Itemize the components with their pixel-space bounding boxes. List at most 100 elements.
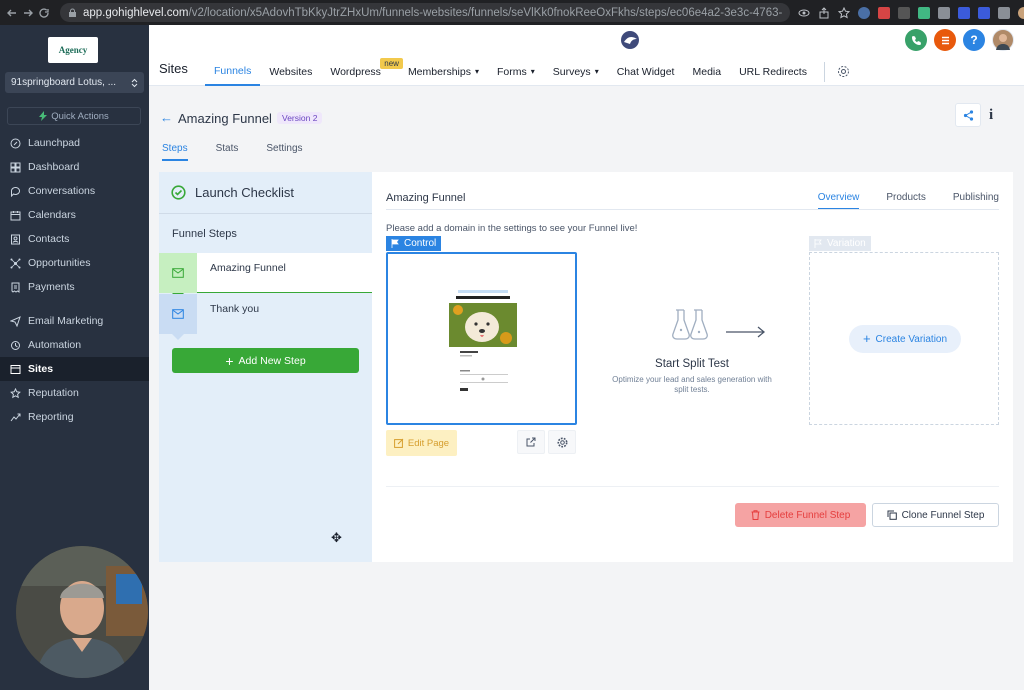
info-icon[interactable]: i <box>989 107 993 124</box>
sidebar-item-label: Automation <box>28 339 82 351</box>
page-preview-card[interactable] <box>386 252 577 425</box>
launch-checklist[interactable]: Launch Checklist <box>159 172 372 214</box>
extension-icon[interactable] <box>918 6 930 19</box>
sidebar-item-opportunities[interactable]: Opportunities <box>0 251 149 275</box>
share-button[interactable] <box>955 103 981 127</box>
tab-wordpress[interactable]: Wordpress new <box>321 57 403 86</box>
tab-label: Wordpress <box>330 65 381 78</box>
edit-page-button[interactable]: Edit Page <box>386 430 457 456</box>
list-icon <box>941 36 949 44</box>
tab-websites[interactable]: Websites <box>260 57 321 86</box>
sidebar-item-calendars[interactable]: Calendars <box>0 203 149 227</box>
puzzle-icon[interactable] <box>998 6 1010 19</box>
funnel-tabs: Steps Stats Settings <box>162 143 331 161</box>
tab-url-redirects[interactable]: URL Redirects <box>730 57 816 86</box>
tab-memberships[interactable]: Memberships ▾ <box>399 57 488 86</box>
step-settings-button[interactable] <box>548 430 576 454</box>
sidebar-item-reputation[interactable]: Reputation <box>0 381 149 405</box>
step-detail-panel: Amazing Funnel Overview Products Publish… <box>372 172 1013 562</box>
sidebar-item-conversations[interactable]: Conversations <box>0 179 149 203</box>
back-arrow-icon[interactable] <box>6 4 18 22</box>
location-switcher[interactable]: 91springboard Lotus, ... <box>5 72 144 93</box>
sidebar-item-dashboard[interactable]: Dashboard <box>0 155 149 179</box>
address-bar[interactable]: app.gohighlevel.com /v2/location/x5Adovh… <box>60 3 790 22</box>
tab-publishing[interactable]: Publishing <box>953 192 999 210</box>
back-arrow-button[interactable]: ← <box>160 110 173 125</box>
extension-icon[interactable] <box>938 6 950 19</box>
open-external-button[interactable] <box>517 430 545 454</box>
tab-settings[interactable]: Settings <box>266 143 302 161</box>
extension-icon[interactable] <box>958 6 970 19</box>
create-variation-button[interactable]: + Create Variation <box>849 325 961 353</box>
profile-avatar-icon[interactable] <box>1018 6 1024 19</box>
sidebar-item-label: Payments <box>28 281 75 293</box>
funnel-title: Amazing Funnel <box>178 111 272 126</box>
sidebar-item-label: Conversations <box>28 185 96 197</box>
user-avatar[interactable] <box>992 29 1014 51</box>
tab-funnels[interactable]: Funnels <box>205 57 261 86</box>
agency-logo[interactable]: Agency <box>48 37 98 63</box>
sidebar-item-label: Reporting <box>28 411 74 423</box>
sidebar-item-launchpad[interactable]: Launchpad <box>0 131 149 155</box>
add-new-step-button[interactable]: + Add New Step <box>172 348 359 373</box>
help-button[interactable]: ? <box>963 29 985 51</box>
logo-text: Agency <box>58 45 88 55</box>
lock-icon <box>68 8 77 18</box>
funnel-step-item[interactable]: Amazing Funnel <box>159 253 372 299</box>
forward-arrow-icon[interactable] <box>22 4 34 22</box>
variation-tag: Variation <box>809 236 871 251</box>
edit-page-label: Edit Page <box>407 437 450 449</box>
sidebar-item-sites[interactable]: Sites <box>0 357 149 381</box>
location-name: 91springboard Lotus, ... <box>11 77 117 88</box>
sidebar-item-label: Reputation <box>28 387 79 399</box>
delete-label: Delete Funnel Step <box>764 509 851 521</box>
settings-gear-icon[interactable] <box>833 65 854 78</box>
tab-label: Chat Widget <box>616 65 675 78</box>
extension-icon[interactable] <box>858 6 870 19</box>
tab-steps[interactable]: Steps <box>162 143 188 161</box>
nav-divider <box>823 61 825 82</box>
notifications-button[interactable] <box>934 29 956 51</box>
extension-icon[interactable] <box>898 6 910 19</box>
gear-icon <box>557 437 567 447</box>
tab-overview[interactable]: Overview <box>817 192 860 210</box>
sidebar-item-automation[interactable]: Automation <box>0 333 149 357</box>
quick-actions-button[interactable]: Quick Actions <box>7 107 141 125</box>
split-test-title: Start Split Test <box>655 358 729 370</box>
grid-icon <box>9 161 21 173</box>
mail-icon <box>172 309 184 319</box>
funnel-step-item[interactable]: Thank you <box>159 294 372 340</box>
tab-label: Surveys <box>552 65 591 78</box>
receipt-icon <box>9 281 21 293</box>
control-tag: Control <box>386 236 442 251</box>
star-icon <box>9 387 21 399</box>
clone-funnel-step-button[interactable]: Clone Funnel Step <box>872 503 999 527</box>
variation-label: Variation <box>827 238 866 249</box>
tab-products[interactable]: Products <box>886 192 925 210</box>
sidebar-item-label: Dashboard <box>28 161 80 173</box>
contacts-icon <box>9 233 21 245</box>
tab-chat-widget[interactable]: Chat Widget <box>608 57 684 86</box>
split-test-subtitle: Optimize your lead and sales generation … <box>612 375 772 394</box>
share-page-icon[interactable] <box>818 6 830 19</box>
sidebar-item-payments[interactable]: Payments <box>0 275 149 299</box>
edit-icon <box>393 438 404 448</box>
tab-label: Funnels <box>214 64 252 77</box>
sidebar-item-email-marketing[interactable]: Email Marketing <box>0 309 149 333</box>
tab-stats[interactable]: Stats <box>216 143 239 161</box>
bookmark-star-icon[interactable] <box>838 6 850 19</box>
delete-funnel-step-button[interactable]: Delete Funnel Step <box>735 503 866 527</box>
tab-surveys[interactable]: Surveys ▾ <box>544 57 608 86</box>
sidebar-item-reporting[interactable]: Reporting <box>0 405 149 429</box>
rocket-icon <box>9 137 21 149</box>
tab-media[interactable]: Media <box>683 57 730 86</box>
reload-icon[interactable] <box>38 4 50 22</box>
extension-icon[interactable] <box>978 6 990 19</box>
extension-icon[interactable] <box>878 6 890 19</box>
tab-forms[interactable]: Forms ▾ <box>488 57 544 86</box>
eye-icon[interactable] <box>798 7 810 19</box>
sidebar-item-contacts[interactable]: Contacts <box>0 227 149 251</box>
help-label: ? <box>970 33 978 47</box>
phone-button[interactable] <box>905 29 927 51</box>
eagle-logo-icon <box>619 29 641 51</box>
